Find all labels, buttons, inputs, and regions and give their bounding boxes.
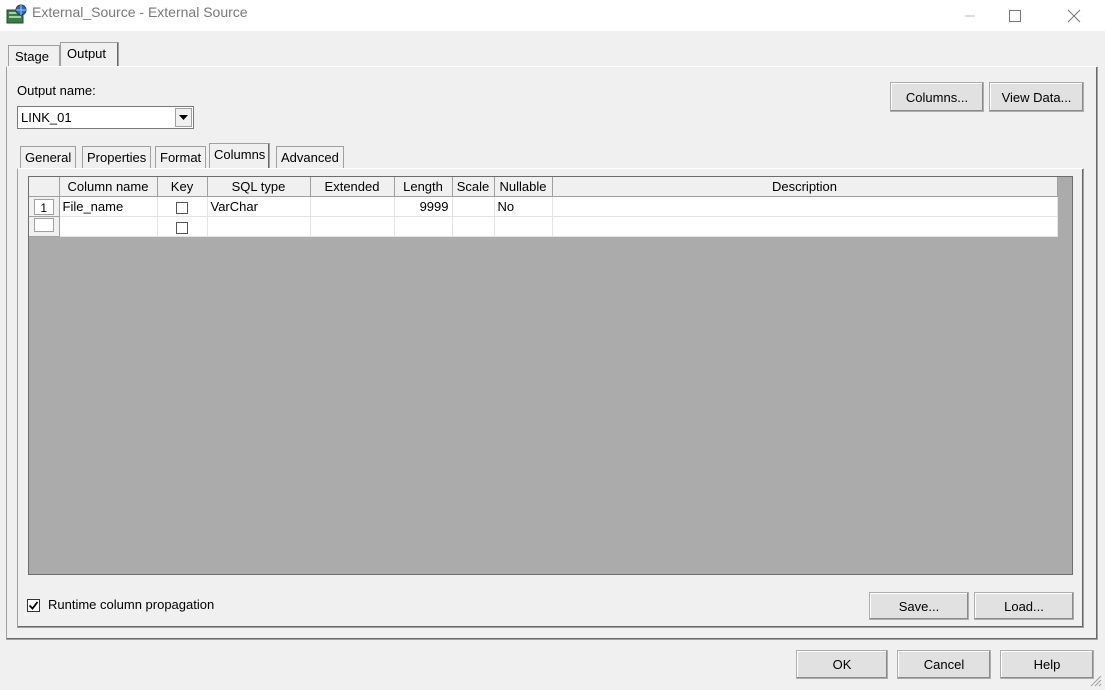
- cell-sql-type[interactable]: VarChar: [207, 196, 311, 217]
- header-extended[interactable]: Extended: [310, 177, 395, 197]
- tab-columns[interactable]: Columns: [209, 143, 271, 169]
- header-key[interactable]: Key: [157, 177, 208, 197]
- tab-properties-label: Properties: [87, 150, 147, 165]
- load-button[interactable]: Load...: [974, 592, 1074, 620]
- output-name-label: Output name:: [17, 83, 96, 98]
- save-button[interactable]: Save...: [869, 592, 969, 620]
- cell-key[interactable]: [157, 216, 208, 237]
- cell-description[interactable]: [552, 216, 1058, 237]
- cell-nullable[interactable]: [494, 216, 553, 237]
- header-length[interactable]: Length: [394, 177, 453, 197]
- close-icon: [1067, 9, 1081, 22]
- ok-button[interactable]: OK: [796, 650, 888, 679]
- output-name-value: LINK_01: [21, 110, 72, 125]
- cell-key[interactable]: [157, 196, 208, 217]
- dropdown-arrow-button[interactable]: [175, 108, 192, 127]
- key-checkbox[interactable]: [176, 201, 188, 214]
- runtime-propagation-label: Runtime column propagation: [48, 597, 215, 612]
- runtime-propagation-checkbox[interactable]: [27, 599, 40, 612]
- columns-grid[interactable]: Column name Key SQL type Extended Length…: [28, 176, 1073, 575]
- row-header[interactable]: 1: [29, 196, 60, 217]
- cell-description[interactable]: [552, 196, 1058, 217]
- cell-column-name[interactable]: File_name: [59, 196, 158, 217]
- header-description[interactable]: Description: [552, 177, 1058, 197]
- row-header-corner: [29, 177, 60, 197]
- row-header[interactable]: [29, 216, 60, 237]
- cell-scale[interactable]: [452, 216, 495, 237]
- key-checkbox[interactable]: [176, 221, 188, 234]
- table-row[interactable]: [29, 216, 1058, 237]
- tab-columns-label: Columns: [214, 147, 266, 162]
- tab-stage[interactable]: Stage: [8, 45, 60, 67]
- tab-stage-label: Stage: [15, 49, 49, 64]
- tab-format-label: Format: [160, 150, 202, 165]
- cell-extended[interactable]: [310, 216, 395, 237]
- tab-format[interactable]: Format: [155, 146, 207, 168]
- tab-advanced-label: Advanced: [281, 150, 339, 165]
- header-scale[interactable]: Scale: [452, 177, 495, 197]
- grid-header-row: Column name Key SQL type Extended Length…: [29, 177, 1058, 197]
- tab-properties[interactable]: Properties: [82, 146, 152, 168]
- help-button[interactable]: Help: [1000, 650, 1094, 679]
- header-column-name[interactable]: Column name: [59, 177, 158, 197]
- maximize-icon: [1009, 9, 1021, 22]
- cell-nullable[interactable]: No: [494, 196, 553, 217]
- header-sql-type[interactable]: SQL type: [207, 177, 311, 197]
- output-name-dropdown[interactable]: LINK_01: [17, 106, 194, 129]
- tab-general-label: General: [25, 150, 72, 165]
- checkmark-icon: [28, 601, 39, 610]
- cell-length[interactable]: [394, 216, 453, 237]
- tab-output[interactable]: Output: [60, 42, 119, 67]
- columns-table: Column name Key SQL type Extended Length…: [29, 177, 1058, 237]
- chevron-down-icon: [179, 114, 188, 120]
- tab-general[interactable]: General: [20, 146, 77, 168]
- row-number: [33, 218, 54, 232]
- header-nullable[interactable]: Nullable: [494, 177, 553, 197]
- tab-advanced[interactable]: Advanced: [276, 146, 344, 168]
- app-icon: [6, 4, 28, 24]
- cell-sql-type[interactable]: [207, 216, 311, 237]
- cell-extended[interactable]: [310, 196, 395, 217]
- row-number: 1: [33, 198, 54, 215]
- maximize-button[interactable]: [992, 0, 1038, 31]
- cell-length[interactable]: 9999: [394, 196, 453, 217]
- columns-button[interactable]: Columns...: [890, 82, 984, 112]
- tab-output-label: Output: [67, 46, 107, 61]
- view-data-button[interactable]: View Data...: [989, 82, 1084, 112]
- resize-grip-icon[interactable]: [1088, 673, 1102, 687]
- cell-scale[interactable]: [452, 196, 495, 217]
- cell-column-name[interactable]: [59, 216, 158, 237]
- cancel-button[interactable]: Cancel: [897, 650, 991, 679]
- table-row[interactable]: 1 File_name VarChar 9999 No: [29, 196, 1058, 217]
- minimize-icon: [965, 15, 975, 16]
- close-button[interactable]: [1051, 0, 1097, 31]
- minimize-button[interactable]: [947, 0, 993, 31]
- title-bar: External_Source - External Source: [0, 0, 1105, 31]
- window-title: External_Source - External Source: [32, 4, 248, 20]
